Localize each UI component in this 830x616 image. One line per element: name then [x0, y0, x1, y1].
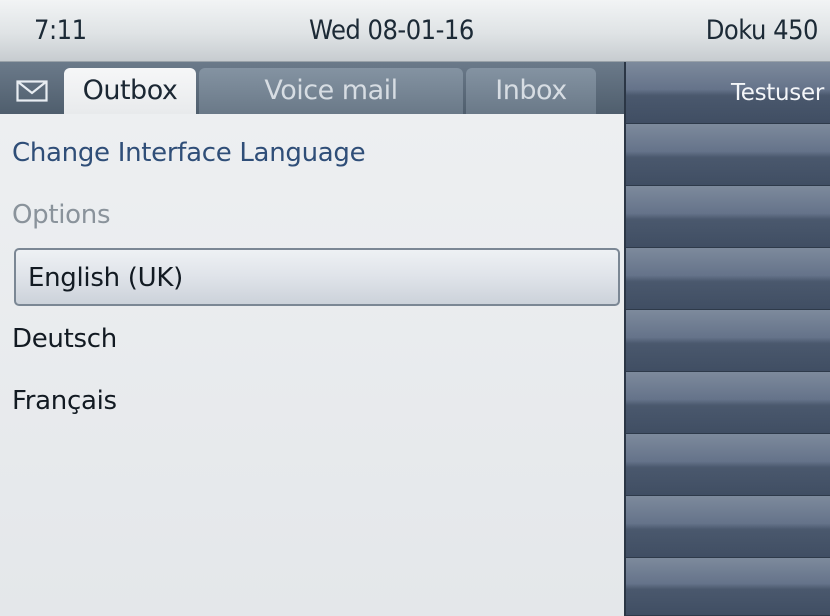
function-key-7[interactable] — [626, 434, 830, 496]
function-key-2[interactable] — [626, 124, 830, 186]
function-key-label: Testuser — [730, 80, 824, 106]
function-key-4[interactable] — [626, 248, 830, 310]
status-bar: 7:11 Wed 08-01-16 Doku 450 — [0, 0, 830, 62]
function-key-9[interactable] — [626, 558, 830, 616]
function-key-8[interactable] — [626, 496, 830, 558]
function-key-6[interactable] — [626, 372, 830, 434]
function-key-5[interactable] — [626, 310, 830, 372]
option-deutsch[interactable]: Deutsch — [0, 308, 624, 370]
option-francais[interactable]: Français — [0, 370, 624, 432]
clock: 7:11 — [34, 15, 87, 46]
section-header-options: Options — [12, 200, 111, 230]
function-key-3[interactable] — [626, 186, 830, 248]
device-name: Doku 450 — [705, 15, 819, 46]
phone-screen: 7:11 Wed 08-01-16 Doku 450 Outbox Voice … — [0, 0, 830, 616]
date: Wed 08-01-16 — [309, 15, 474, 46]
envelope-icon — [16, 80, 48, 102]
option-english-uk[interactable]: English (UK) — [14, 248, 620, 306]
tab-inbox[interactable]: Inbox — [466, 68, 596, 114]
tab-outbox[interactable]: Outbox — [64, 68, 196, 114]
function-key-1[interactable]: Testuser — [626, 62, 830, 124]
function-key-panel: Testuser — [624, 62, 830, 616]
main-pane: Outbox Voice mail Inbox Change Interface… — [0, 62, 624, 616]
tab-voice-mail[interactable]: Voice mail — [199, 68, 463, 114]
page-title: Change Interface Language — [12, 138, 366, 168]
tab-strip: Outbox Voice mail Inbox — [0, 62, 624, 114]
